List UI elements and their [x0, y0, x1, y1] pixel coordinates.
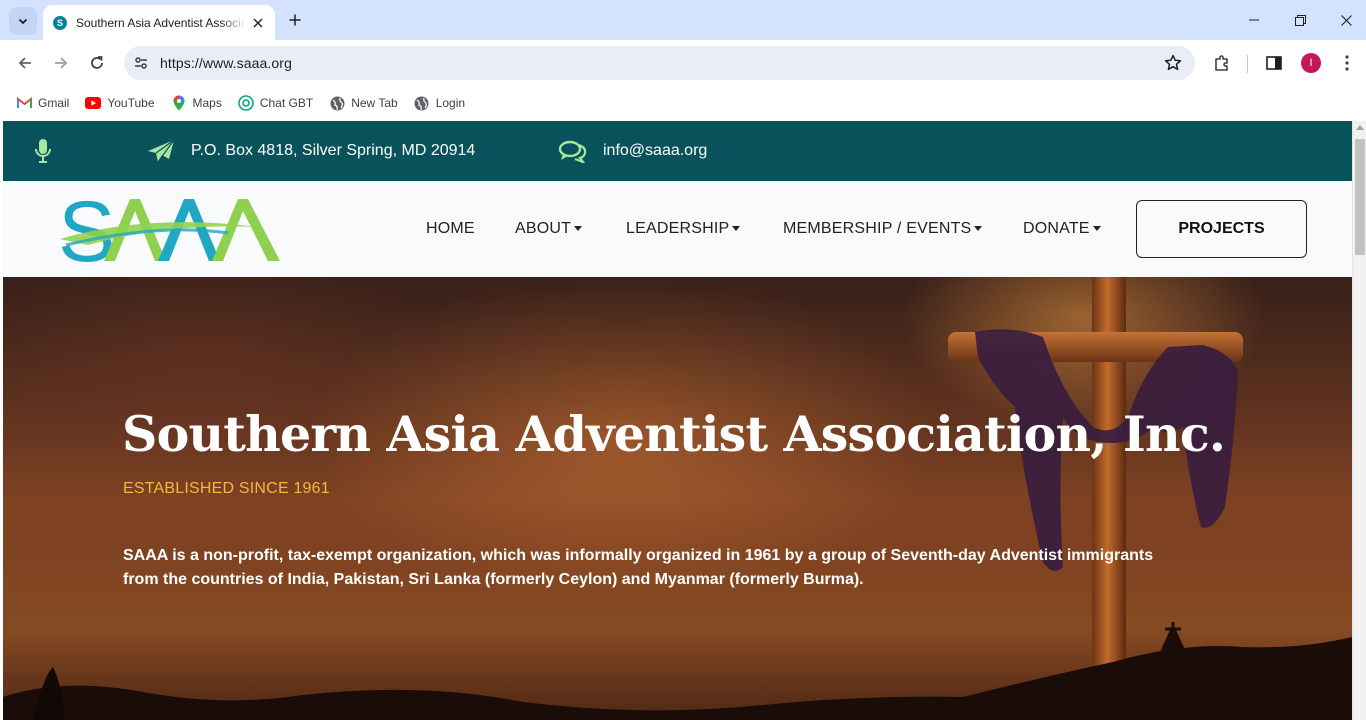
plus-icon [289, 14, 301, 26]
restore-icon [1294, 14, 1306, 26]
site-info-button[interactable] [126, 48, 156, 78]
nav-membership-events[interactable]: MEMBERSHIP / EVENTS [783, 181, 983, 277]
back-button[interactable] [10, 48, 40, 78]
side-panel-button[interactable] [1259, 48, 1289, 78]
nav-about-label: ABOUT [515, 220, 572, 237]
hero-title: Southern Asia Adventist Association, Inc… [122, 405, 1226, 463]
nav-donate[interactable]: DONATE [1023, 181, 1101, 277]
extensions-button[interactable] [1207, 48, 1237, 78]
reload-button[interactable] [82, 48, 112, 78]
forward-button[interactable] [46, 48, 76, 78]
microphone-link[interactable] [33, 121, 53, 181]
chat-bubbles-icon [558, 139, 588, 163]
bookmark-new-tab[interactable]: New Tab [321, 90, 405, 116]
side-panel-icon [1266, 56, 1282, 70]
tab-search-button[interactable] [9, 7, 37, 35]
site-favicon-icon: S [53, 15, 67, 30]
browser-toolbar: https://www.saaa.org I [0, 40, 1366, 86]
maps-icon [171, 95, 187, 111]
nav-home-label: HOME [426, 220, 475, 237]
caret-down-icon [732, 225, 741, 231]
avatar: I [1301, 53, 1321, 73]
nav-home[interactable]: HOME [426, 181, 475, 277]
bookmark-label: Maps [192, 96, 222, 110]
address-text: P.O. Box 4818, Silver Spring, MD 20914 [191, 142, 476, 159]
paper-plane-icon [147, 139, 175, 163]
bookmark-label: Login [435, 96, 466, 110]
page-viewport: P.O. Box 4818, Silver Spring, MD 20914 i… [3, 121, 1352, 720]
close-icon [1340, 14, 1352, 26]
nav-leadership[interactable]: LEADERSHIP [626, 181, 741, 277]
gmail-icon [16, 95, 32, 111]
profile-button[interactable]: I [1296, 48, 1326, 78]
active-tab[interactable]: S Southern Asia Adventist Associa [43, 5, 275, 40]
close-window-button[interactable] [1323, 0, 1366, 40]
more-vert-icon [1345, 55, 1349, 71]
minimize-button[interactable] [1231, 0, 1277, 40]
hero-banner: Southern Asia Adventist Association, Inc… [3, 277, 1352, 720]
bookmark-label: Chat GBT [259, 96, 314, 110]
bookmark-youtube[interactable]: YouTube [77, 90, 162, 116]
address-bar[interactable]: https://www.saaa.org [124, 46, 1195, 80]
globe-icon [414, 95, 430, 111]
nav-about[interactable]: ABOUT [515, 181, 583, 277]
tab-title: Southern Asia Adventist Associa [76, 15, 246, 30]
star-icon [1164, 54, 1182, 71]
nav-donate-label: DONATE [1023, 220, 1090, 237]
new-tab-button[interactable] [283, 8, 307, 32]
bookmark-maps[interactable]: Maps [163, 90, 230, 116]
hero-subtitle: ESTABLISHED SINCE 1961 [123, 480, 330, 497]
scrollbar-thumb[interactable] [1355, 139, 1365, 255]
bookmark-login[interactable]: Login [406, 90, 473, 116]
reload-icon [91, 56, 103, 69]
hero-description: SAAA is a non-profit, tax-exempt organiz… [123, 547, 1154, 588]
puzzle-icon [1215, 55, 1228, 71]
restore-button[interactable] [1277, 0, 1323, 40]
tune-icon [135, 57, 147, 69]
caret-down-icon [1092, 225, 1101, 231]
email-link[interactable]: info@saaa.org [558, 121, 707, 181]
bookmark-gmail[interactable]: Gmail [8, 90, 77, 116]
microphone-icon [33, 138, 53, 164]
email-text: info@saaa.org [603, 142, 708, 159]
bookmark-star-button[interactable] [1163, 53, 1183, 78]
hero-background-image [3, 277, 1352, 720]
caret-down-icon [974, 225, 983, 231]
bookmarks-bar: Gmail YouTube Maps Chat GBT New Tab Logi… [0, 86, 1366, 120]
chrome-menu-button[interactable] [1332, 48, 1362, 78]
youtube-icon [85, 95, 102, 111]
arrow-left-icon [18, 57, 31, 69]
bookmark-label: New Tab [351, 96, 398, 110]
chevron-down-icon [18, 18, 28, 25]
nav-leadership-label: LEADERSHIP [626, 220, 730, 237]
arrow-right-icon [55, 57, 68, 69]
nav-membership-label: MEMBERSHIP / EVENTS [783, 220, 972, 237]
toolbar-separator [1247, 55, 1248, 73]
caret-down-icon [574, 225, 583, 231]
tab-close-button[interactable] [249, 14, 267, 32]
projects-button[interactable]: PROJECTS [1136, 200, 1307, 258]
chatgpt-icon [238, 95, 254, 111]
globe-icon [329, 95, 345, 111]
page-scrollbar[interactable] [1352, 121, 1366, 720]
bookmark-chat-gbt[interactable]: Chat GBT [230, 90, 321, 116]
tab-strip: S Southern Asia Adventist Associa [0, 0, 1366, 40]
scroll-up-arrow-icon[interactable] [1356, 125, 1364, 130]
main-navigation: S HOME ABOUT LEADERSHIP MEMBERSHIP / EVE… [3, 181, 1352, 280]
saaa-logo[interactable]: S [58, 184, 283, 280]
contact-topbar: P.O. Box 4818, Silver Spring, MD 20914 i… [3, 121, 1352, 181]
close-icon [253, 18, 263, 27]
bookmark-label: YouTube [107, 96, 155, 110]
address-link[interactable]: P.O. Box 4818, Silver Spring, MD 20914 [147, 121, 475, 181]
minimize-icon [1249, 19, 1259, 21]
bookmark-label: Gmail [38, 96, 70, 110]
url-text[interactable]: https://www.saaa.org [160, 55, 292, 71]
